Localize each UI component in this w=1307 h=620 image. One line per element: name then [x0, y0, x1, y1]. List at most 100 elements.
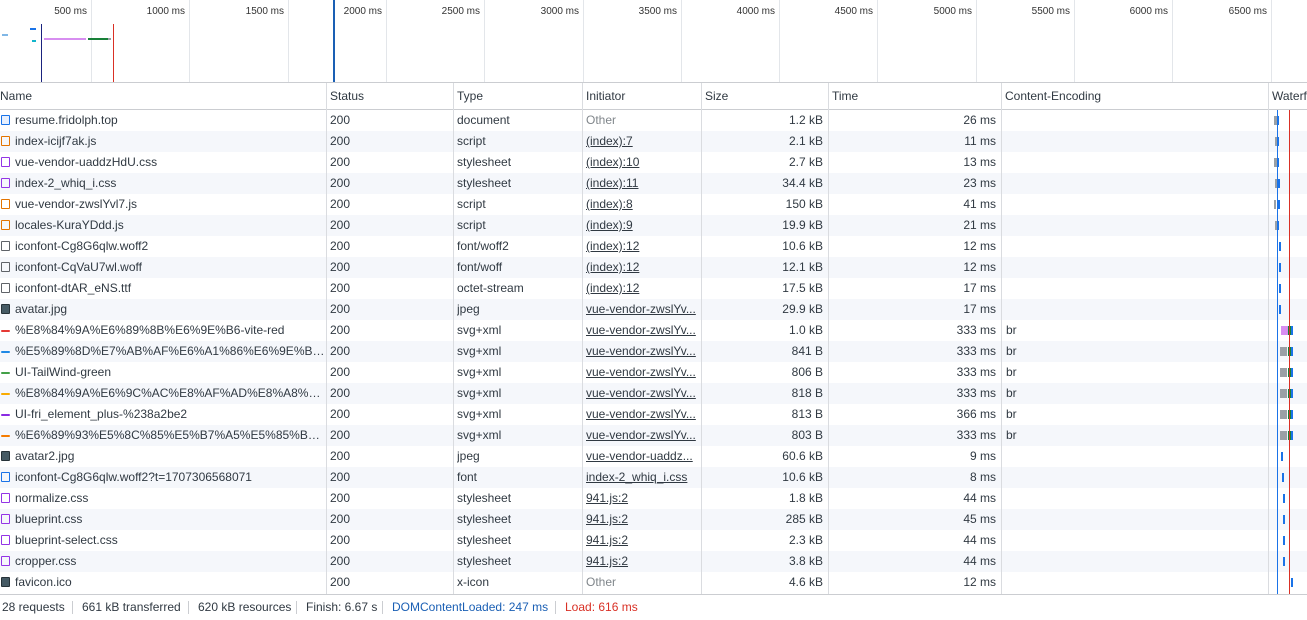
table-row[interactable]: resume.fridolph.top 200 document Other 1.2 k…	[0, 110, 1307, 131]
column-divider[interactable]	[828, 83, 829, 594]
network-overview[interactable]: 500 ms 1000 ms 1500 ms 2000 ms 2500 ms 3000 m…	[0, 0, 1307, 83]
table-row[interactable]: iconfont-Cg8G6qlw.woff2 200 font/woff2 (ind…	[0, 236, 1307, 257]
initiator-cell[interactable]: vue-vendor-zwslYv...	[586, 362, 696, 383]
initiator-cell[interactable]: (index):12	[586, 278, 696, 299]
request-name-cell[interactable]: UI-TailWind-green	[0, 362, 326, 383]
initiator-cell[interactable]: vue-vendor-uaddz...	[586, 446, 696, 467]
request-name-cell[interactable]: normalize.css	[0, 488, 326, 509]
request-name-cell[interactable]: %E8%84%9A%E6%89%8B%E6%9E%B6-vite-red	[0, 320, 326, 341]
initiator-cell[interactable]: index-2_whiq_i.css	[586, 467, 696, 488]
initiator-cell[interactable]: vue-vendor-zwslYv...	[586, 320, 696, 341]
table-row[interactable]: avatar2.jpg 200 jpeg vue-vendor-uaddz... 60.…	[0, 446, 1307, 467]
table-row[interactable]: blueprint-select.css 200 stylesheet 941.js:…	[0, 530, 1307, 551]
col-status-header[interactable]: Status	[327, 83, 364, 109]
col-name-header[interactable]: Name	[0, 83, 32, 109]
col-size-header[interactable]: Size	[702, 83, 728, 109]
request-name-cell[interactable]: %E6%89%93%E5%8C%85%E5%B7%A5%E5%85%B7-Rol…	[0, 425, 326, 446]
column-divider[interactable]	[701, 83, 702, 594]
table-row[interactable]: %E8%84%9A%E6%9C%AC%E8%AF%AD%E8%A8%80-T..…	[0, 383, 1307, 404]
col-type-header[interactable]: Type	[454, 83, 483, 109]
col-waterfall-header[interactable]: Waterfall	[1269, 83, 1307, 109]
col-initiator-header[interactable]: Initiator	[583, 83, 625, 109]
initiator-cell[interactable]: (index):9	[586, 215, 696, 236]
table-row[interactable]: index-2_whiq_i.css 200 stylesheet (index):1…	[0, 173, 1307, 194]
table-row[interactable]: vue-vendor-uaddzHdU.css 200 stylesheet (ind…	[0, 152, 1307, 173]
initiator-cell[interactable]: 941.js:2	[586, 488, 696, 509]
overview-gridline	[1074, 0, 1075, 82]
table-row[interactable]: %E8%84%9A%E6%89%8B%E6%9E%B6-vite-red 200 s…	[0, 320, 1307, 341]
col-time-header[interactable]: Time	[829, 83, 858, 109]
initiator-cell[interactable]: vue-vendor-zwslYv...	[586, 299, 696, 320]
initiator-cell[interactable]: vue-vendor-zwslYv...	[586, 383, 696, 404]
request-name-cell[interactable]: blueprint-select.css	[0, 530, 326, 551]
request-name-cell[interactable]: %E5%89%8D%E7%AB%AF%E6%A1%86%E6%9E%B6-Vu.…	[0, 341, 326, 362]
column-divider[interactable]	[326, 83, 327, 594]
table-row[interactable]: vue-vendor-zwslYvl7.js 200 script (index):8…	[0, 194, 1307, 215]
request-name-cell[interactable]: avatar.jpg	[0, 299, 326, 320]
request-name-cell[interactable]: locales-KuraYDdd.js	[0, 215, 326, 236]
table-row[interactable]: %E6%89%93%E5%8C%85%E5%B7%A5%E5%85%B7-Rol…	[0, 425, 1307, 446]
content-encoding-cell: br	[1006, 407, 1017, 421]
request-name-cell[interactable]: vue-vendor-uaddzHdU.css	[0, 152, 326, 173]
initiator-cell[interactable]: (index):10	[586, 152, 696, 173]
request-name-cell[interactable]: resume.fridolph.top	[0, 110, 326, 131]
waterfall-bar	[1283, 494, 1285, 503]
table-row[interactable]: cropper.css 200 stylesheet 941.js:2 3.8 kB 44…	[0, 551, 1307, 572]
request-name-cell[interactable]: iconfont-CqVaU7wl.woff	[0, 257, 326, 278]
size-cell: 12.1 kB	[782, 260, 823, 274]
request-name-cell[interactable]: cropper.css	[0, 551, 326, 572]
initiator-cell[interactable]: (index):7	[586, 131, 696, 152]
request-name-cell[interactable]: favicon.ico	[0, 572, 326, 593]
time-cell: 9 ms	[969, 449, 996, 463]
request-name-cell[interactable]: iconfont-dtAR_eNS.ttf	[0, 278, 326, 299]
table-row[interactable]: blueprint.css 200 stylesheet 941.js:2 285 kB…	[0, 509, 1307, 530]
request-name-cell[interactable]: avatar2.jpg	[0, 446, 326, 467]
type-cell: jpeg	[457, 449, 480, 463]
table-row[interactable]: index-icijf7ak.js 200 script (index):7 2.1 k…	[0, 131, 1307, 152]
initiator-cell[interactable]: 941.js:2	[586, 551, 696, 572]
request-name-cell[interactable]: index-icijf7ak.js	[0, 131, 326, 152]
request-name-cell[interactable]: UI-fri_element_plus-%238a2be2	[0, 404, 326, 425]
table-row[interactable]: normalize.css 200 stylesheet 941.js:2 1.8 kB…	[0, 488, 1307, 509]
svg-file-icon	[1, 372, 10, 374]
initiator-cell[interactable]: vue-vendor-zwslYv...	[586, 404, 696, 425]
initiator-cell[interactable]: vue-vendor-zwslYv...	[586, 425, 696, 446]
type-cell: x-icon	[457, 575, 490, 589]
initiator-cell[interactable]: (index):12	[586, 257, 696, 278]
table-row[interactable]: UI-TailWind-green 200 svg+xml vue-vendor-zw…	[0, 362, 1307, 383]
table-row[interactable]: iconfont-dtAR_eNS.ttf 200 octet-stream (ind…	[0, 278, 1307, 299]
initiator-cell[interactable]: (index):8	[586, 194, 696, 215]
col-content-encoding-header[interactable]: Content-Encoding	[1002, 83, 1101, 109]
initiator-cell[interactable]: (index):12	[586, 236, 696, 257]
table-row[interactable]: favicon.ico 200 x-icon Other 4.6 kB 12 ms	[0, 572, 1307, 593]
request-name-cell[interactable]: index-2_whiq_i.css	[0, 173, 326, 194]
content-encoding-cell	[1006, 488, 1206, 509]
status-cell: 200	[330, 302, 351, 316]
type-cell: script	[457, 218, 486, 232]
request-name-cell[interactable]: iconfont-Cg8G6qlw.woff2	[0, 236, 326, 257]
time-cell: 333 ms	[956, 386, 996, 400]
request-name-cell[interactable]: blueprint.css	[0, 509, 326, 530]
waterfall-bar	[1281, 452, 1283, 461]
table-row[interactable]: locales-KuraYDdd.js 200 script (index):9 19.…	[0, 215, 1307, 236]
initiator-cell[interactable]: vue-vendor-zwslYv...	[586, 341, 696, 362]
initiator-cell[interactable]: 941.js:2	[586, 530, 696, 551]
table-row[interactable]: avatar.jpg 200 jpeg vue-vendor-zwslYv... 29.…	[0, 299, 1307, 320]
request-name-cell[interactable]: vue-vendor-zwslYvl7.js	[0, 194, 326, 215]
table-row[interactable]: UI-fri_element_plus-%238a2be2 200 svg+xml v…	[0, 404, 1307, 425]
initiator-cell[interactable]: (index):11	[586, 173, 696, 194]
column-divider[interactable]	[1268, 83, 1269, 594]
size-cell: 3.8 kB	[788, 554, 823, 568]
request-name-cell[interactable]: %E8%84%9A%E6%9C%AC%E8%AF%AD%E8%A8%80-T..…	[0, 383, 326, 404]
column-divider[interactable]	[582, 83, 583, 594]
table-row[interactable]: iconfont-CqVaU7wl.woff 200 font/woff (index…	[0, 257, 1307, 278]
time-cell: 45 ms	[963, 512, 996, 526]
column-divider[interactable]	[1001, 83, 1002, 594]
initiator-cell[interactable]: 941.js:2	[586, 509, 696, 530]
request-name-cell[interactable]: iconfont-Cg8G6qlw.woff2?t=1707306568071	[0, 467, 326, 488]
content-encoding-cell	[1006, 173, 1206, 194]
column-divider[interactable]	[453, 83, 454, 594]
waterfall-marker-line	[1277, 110, 1278, 594]
table-row[interactable]: %E5%89%8D%E7%AB%AF%E6%A1%86%E6%9E%B6-Vu.…	[0, 341, 1307, 362]
table-row[interactable]: iconfont-Cg8G6qlw.woff2?t=1707306568071 2…	[0, 467, 1307, 488]
